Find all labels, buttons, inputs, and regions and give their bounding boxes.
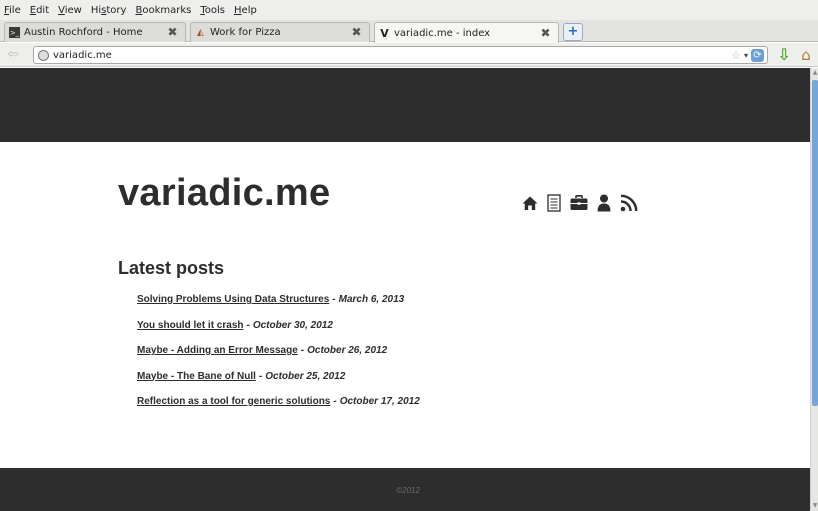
pizza-icon: ◭	[197, 27, 204, 38]
scroll-thumb[interactable]	[812, 80, 818, 406]
post-separator: -	[246, 319, 250, 331]
list-item: Maybe - The Bane of Null - October 25, 201…	[137, 371, 420, 397]
menu-history[interactable]: History	[91, 5, 127, 16]
scroll-down-arrow-icon[interactable]: ▼	[811, 501, 818, 511]
menu-view[interactable]: View	[58, 5, 82, 16]
briefcase-icon[interactable]	[570, 195, 588, 211]
url-text[interactable]: variadic.me	[53, 50, 731, 61]
terminal-icon: >_	[9, 27, 20, 38]
site-nav	[522, 192, 647, 214]
list-item: Solving Problems Using Data Structures - M…	[137, 294, 420, 320]
vertical-scrollbar[interactable]: ▲ ▼	[810, 68, 818, 511]
tab-variadic-index[interactable]: V variadic.me - index ✖	[374, 22, 559, 43]
menu-help[interactable]: Help	[234, 5, 257, 16]
home-button-icon[interactable]: ⌂	[797, 46, 815, 64]
copyright: ©2012	[396, 486, 420, 495]
close-tab-icon[interactable]: ✖	[350, 26, 363, 39]
menu-tools[interactable]: Tools	[200, 5, 225, 16]
star-icon[interactable]: ☆	[731, 49, 741, 62]
tab-bar: >_ Austin Rochford - Home ✖ ◭ Work for P…	[0, 20, 818, 43]
download-icon[interactable]: ⇩	[776, 46, 792, 64]
post-date: October 26, 2012	[307, 345, 388, 356]
new-tab-button[interactable]: +	[563, 23, 583, 41]
close-tab-icon[interactable]: ✖	[166, 26, 179, 39]
tab-work-for-pizza[interactable]: ◭ Work for Pizza ✖	[190, 22, 370, 42]
post-link[interactable]: Solving Problems Using Data Structures	[137, 294, 329, 305]
home-icon[interactable]	[522, 195, 538, 211]
post-date: March 6, 2013	[338, 294, 405, 305]
tab-title: variadic.me - index	[394, 27, 491, 39]
url-bar[interactable]: variadic.me ☆ ▾ ⟳	[33, 46, 768, 64]
reload-icon[interactable]: ⟳	[751, 48, 764, 62]
post-date: October 30, 2012	[252, 319, 333, 331]
globe-icon	[38, 49, 49, 61]
post-link[interactable]: You should let it crash	[137, 320, 244, 331]
document-icon[interactable]	[547, 194, 561, 212]
menu-edit[interactable]: Edit	[30, 5, 49, 16]
section-title: Latest posts	[118, 258, 225, 278]
site-title[interactable]: variadic.me	[118, 172, 330, 215]
page-viewport: variadic.me Latest posts Solving Problem…	[0, 68, 810, 511]
list-item: You should let it crash - October 30, 2012	[137, 320, 420, 346]
post-separator: -	[332, 294, 336, 305]
rss-icon[interactable]	[620, 194, 638, 212]
menu-bar: File Edit View History Bookmarks Tools H…	[0, 0, 818, 20]
site-footer: ©2012	[0, 468, 810, 511]
tab-austin-rochford[interactable]: >_ Austin Rochford - Home ✖	[4, 22, 186, 42]
close-tab-icon[interactable]: ✖	[539, 26, 552, 40]
post-date: October 25, 2012	[265, 370, 346, 382]
back-button[interactable]: ⇦	[4, 47, 22, 63]
v-icon: V	[380, 26, 389, 40]
person-icon[interactable]	[597, 194, 611, 212]
list-item: Reflection as a tool for generic solutio…	[137, 396, 420, 422]
post-link[interactable]: Maybe - The Bane of Null	[137, 371, 256, 382]
menu-bookmarks[interactable]: Bookmarks	[135, 5, 191, 16]
navigation-bar: ⇦ variadic.me ☆ ▾ ⟳ ⇩ ⌂	[0, 43, 818, 67]
post-link[interactable]: Reflection as a tool for generic solutio…	[137, 396, 330, 407]
post-link[interactable]: Maybe - Adding an Error Message	[137, 345, 298, 356]
tab-title: Austin Rochford - Home	[24, 27, 143, 38]
menu-file[interactable]: File	[4, 5, 21, 16]
site-header-band	[0, 68, 810, 142]
tab-title: Work for Pizza	[210, 27, 281, 38]
list-item: Maybe - Adding an Error Message - October …	[137, 345, 420, 371]
post-separator: -	[333, 396, 337, 407]
post-separator: -	[258, 370, 263, 382]
post-separator: -	[300, 345, 305, 356]
post-list: Solving Problems Using Data Structures - M…	[137, 294, 420, 422]
scroll-up-arrow-icon[interactable]: ▲	[811, 68, 818, 78]
post-date: October 17, 2012	[339, 396, 420, 407]
chevron-down-icon[interactable]: ▾	[744, 51, 748, 60]
